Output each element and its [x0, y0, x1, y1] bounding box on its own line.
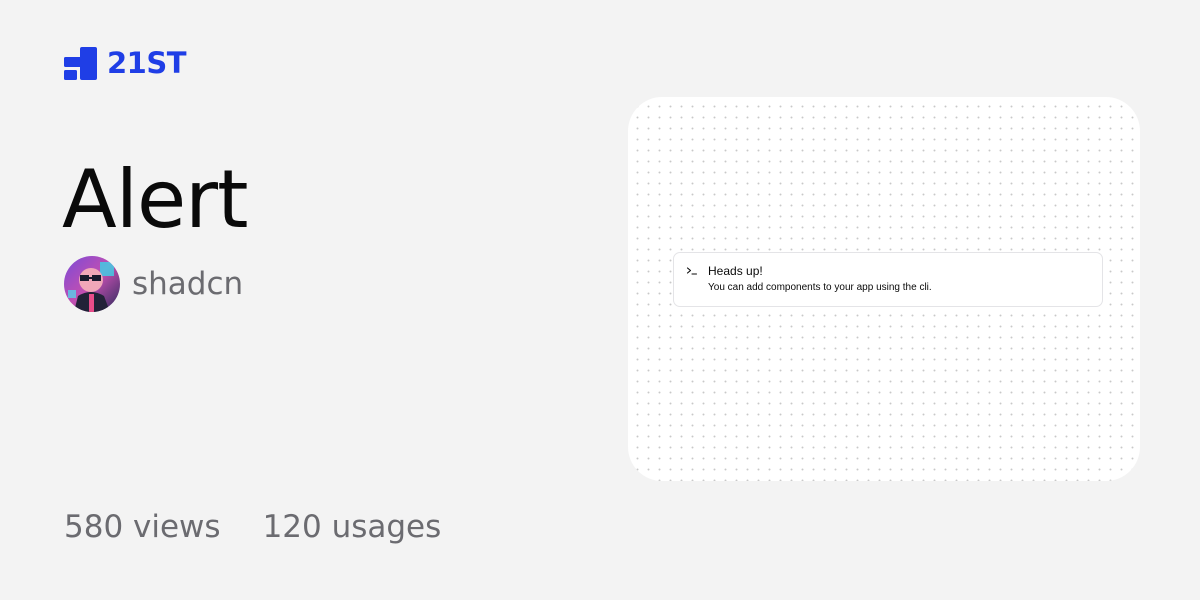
terminal-icon	[686, 267, 698, 275]
alert-title: Heads up!	[708, 264, 763, 278]
usages-count: 120 usages	[262, 509, 442, 545]
stats: 580 views 120 usages	[64, 512, 441, 543]
alert: Heads up! You can add components to your…	[673, 252, 1103, 307]
avatar	[64, 256, 120, 312]
author[interactable]: shadcn	[64, 256, 243, 312]
component-preview[interactable]: Heads up! You can add components to your…	[628, 97, 1140, 481]
component-title: Alert	[62, 153, 248, 246]
brand-name: 21ST	[107, 46, 187, 80]
views-count: 580 views	[64, 509, 221, 545]
author-name: shadcn	[132, 265, 244, 302]
brand-logo[interactable]: 21ST	[64, 46, 187, 80]
brand-logo-icon	[64, 47, 97, 80]
alert-description: You can add components to your app using…	[708, 282, 932, 293]
